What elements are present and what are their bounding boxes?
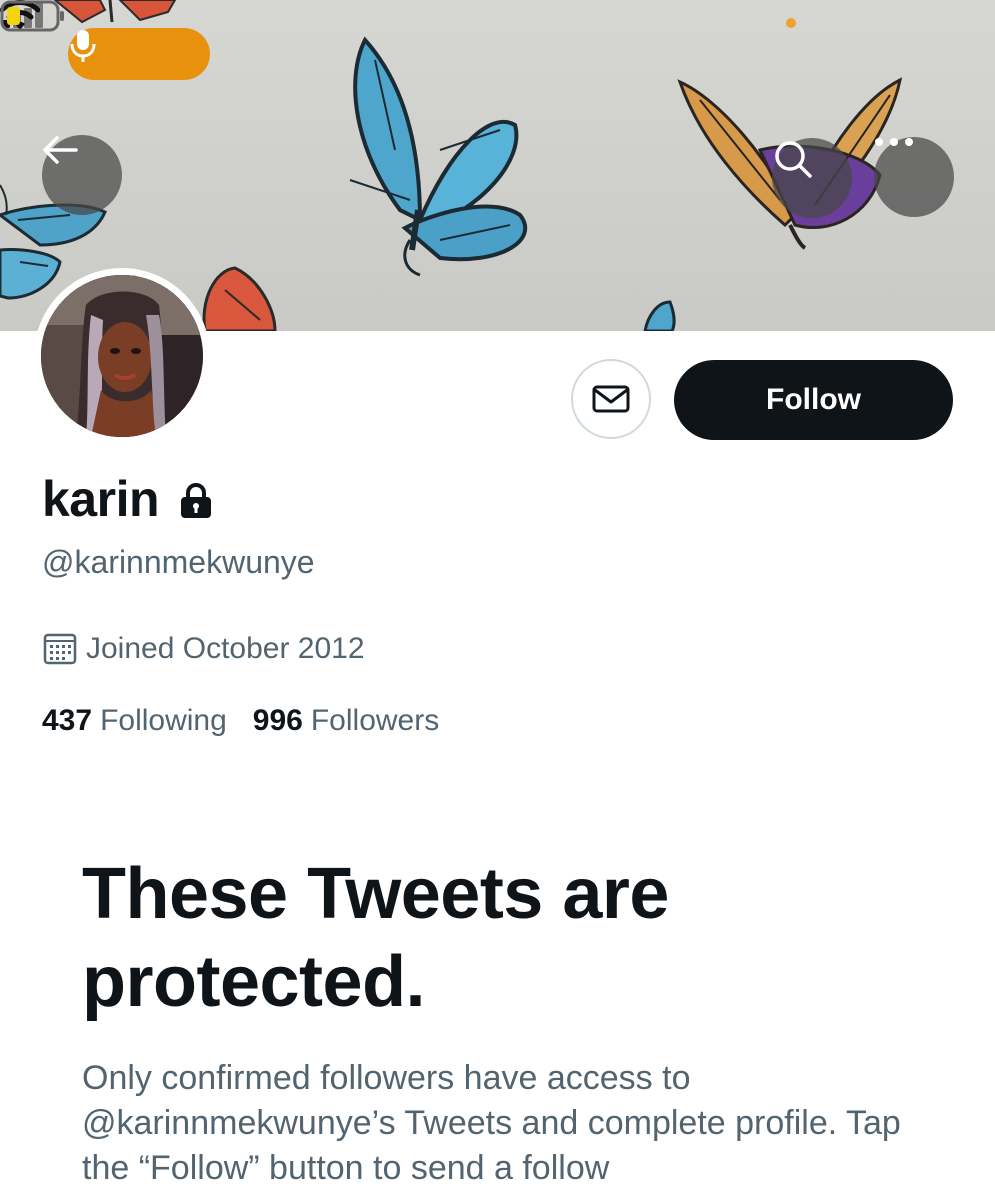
message-button[interactable] [571, 359, 651, 439]
microphone-icon [70, 30, 96, 62]
followers-count: 996 [252, 704, 303, 737]
protected-tweets-heading: These Tweets are protected. [82, 854, 669, 1022]
profile-name-row: karin [42, 470, 215, 528]
profile-avatar[interactable] [34, 268, 210, 444]
search-icon [775, 141, 812, 178]
back-arrow-icon [43, 136, 78, 164]
microphone-indicator[interactable] [68, 28, 210, 80]
back-button[interactable] [42, 135, 122, 215]
privacy-indicator-dot [786, 18, 796, 28]
lock-icon [181, 482, 212, 518]
more-dots-icon [875, 138, 913, 146]
calendar-icon [43, 633, 77, 665]
user-handle: @karinnmekwunye [42, 544, 315, 580]
protected-tweets-description: Only confirmed followers have access to … [82, 1059, 901, 1187]
profile-page: Follow karin @karinnmekwunye Joined Octo… [0, 0, 995, 1200]
butterfly-red-bottom [202, 266, 277, 331]
envelope-icon [592, 385, 630, 413]
joined-date-row: Joined October 2012 [42, 632, 365, 666]
display-name: karin [42, 471, 160, 527]
following-count: 437 [42, 704, 93, 737]
following-label: Following [100, 704, 227, 737]
butterfly-blue-center [349, 36, 528, 277]
joined-date: Joined October 2012 [86, 632, 365, 665]
butterfly-blue-small [643, 300, 676, 331]
followers-label: Followers [310, 704, 440, 737]
follow-stats: 437 Following 996 Followers [42, 704, 439, 738]
search-button[interactable] [772, 138, 852, 218]
battery-low-icon [0, 0, 64, 32]
following-stat[interactable]: 437 Following [42, 704, 227, 738]
avatar-photo [41, 275, 203, 437]
follow-button[interactable]: Follow [674, 360, 953, 440]
followers-stat[interactable]: 996 Followers [253, 704, 439, 738]
more-options-button[interactable] [874, 137, 954, 217]
butterfly-red-topleft [53, 0, 177, 24]
